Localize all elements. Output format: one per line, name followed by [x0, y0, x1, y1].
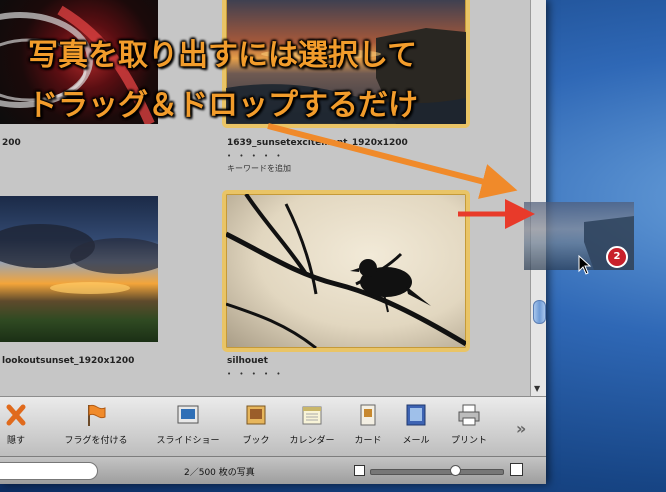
toolbar-label: フラグを付ける [64, 436, 128, 446]
book-button[interactable]: ブック [236, 403, 276, 446]
photo-caption-lookout: lookoutsunset_1920x1200 [2, 356, 135, 366]
photo-rating[interactable]: • • • • • [227, 370, 284, 378]
toolbar-label: プリント [450, 436, 487, 446]
more-tools-button[interactable]: » [516, 419, 526, 438]
status-bar: 2／500 枚の写真 [0, 456, 546, 484]
annotation-line-1: 写真を取り出すには選択して [28, 38, 418, 73]
scrollbar-thumb[interactable] [533, 300, 546, 324]
card-icon [360, 404, 376, 426]
print-button[interactable]: プリント [444, 403, 494, 446]
toolbar-label: メール [402, 436, 430, 446]
toolbar-label: スライドショー [156, 436, 220, 446]
card-button[interactable]: カード [350, 403, 386, 446]
photo-rating[interactable]: • • • • • [227, 152, 284, 160]
photo-caption: 200 [2, 138, 21, 148]
flag-icon [88, 404, 106, 426]
photo-caption-silhouet: silhouet [227, 356, 268, 366]
zoom-slider-knob[interactable] [450, 465, 461, 476]
toolbar-label: 隠す [6, 436, 25, 446]
scroll-down-arrow-icon[interactable]: ▼ [534, 384, 540, 393]
print-icon [458, 404, 480, 426]
x-icon [6, 404, 26, 426]
mouse-cursor-icon [578, 255, 592, 275]
large-photo-icon[interactable] [510, 463, 523, 476]
vertical-scrollbar[interactable]: ▼ [530, 0, 546, 396]
slideshow-button[interactable]: スライドショー [150, 403, 226, 446]
flag-button[interactable]: フラグを付ける [58, 403, 134, 446]
annotation-line-2: ドラッグ＆ドロップするだけ [28, 88, 418, 123]
photo-count: 2／500 枚の写真 [184, 468, 255, 478]
book-icon [246, 405, 266, 425]
toolbar-label: カード [354, 436, 382, 446]
mail-icon [406, 404, 426, 426]
small-photo-icon[interactable] [354, 465, 365, 476]
calendar-button[interactable]: カレンダー [282, 403, 342, 446]
search-field[interactable] [0, 462, 98, 480]
toolbar: 隠す フラグを付ける スライドショー ブック カレンダー カード メール プリン… [0, 396, 546, 457]
photo-thumbnail-silhouet[interactable] [222, 190, 470, 352]
drag-count-badge: 2 [606, 246, 628, 268]
photo-thumbnail-lookout[interactable] [0, 196, 158, 342]
calendar-icon [302, 406, 322, 425]
photo-caption-sunset: 1639_sunsetexcitement_1920x1200 [227, 138, 408, 148]
toolbar-label: ブック [242, 436, 270, 446]
mail-button[interactable]: メール [398, 403, 434, 446]
zoom-slider[interactable] [370, 469, 504, 475]
add-keyword-field[interactable]: キーワードを追加 [227, 163, 291, 174]
hide-button[interactable]: 隠す [0, 403, 34, 446]
slideshow-icon [177, 405, 199, 424]
toolbar-label: カレンダー [289, 436, 335, 446]
